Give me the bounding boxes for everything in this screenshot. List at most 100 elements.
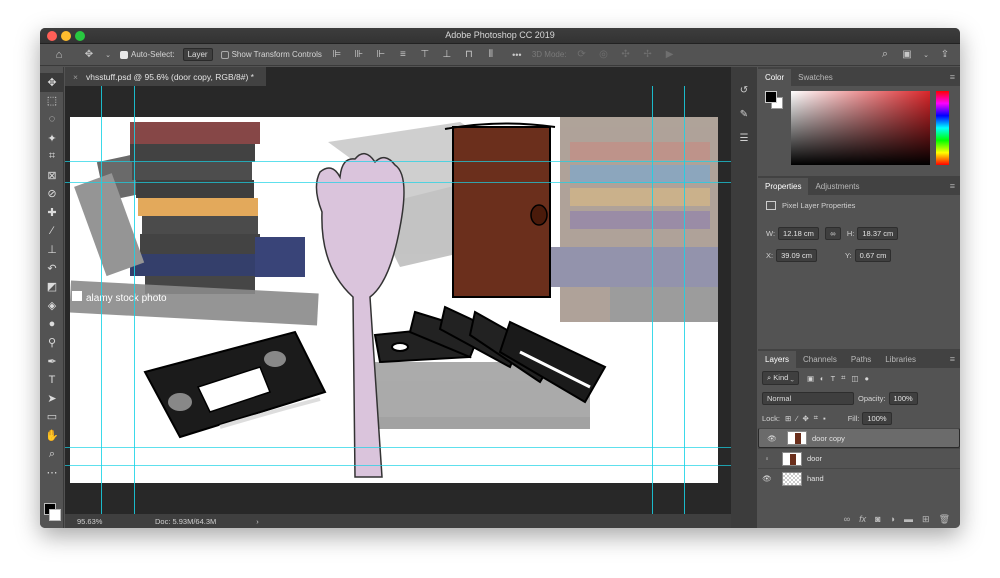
tab-adjustments[interactable]: Adjustments	[808, 178, 866, 195]
align-left-icon[interactable]: ⊫	[330, 48, 344, 62]
fill-field[interactable]: 100%	[862, 411, 892, 425]
align-top-icon[interactable]: ⊤	[418, 48, 432, 62]
eyedropper-icon[interactable]: ⊘	[40, 185, 64, 204]
panel-menu-icon[interactable]: ≡	[950, 354, 955, 364]
healing-brush-icon[interactable]: ✚	[40, 203, 64, 222]
home-icon[interactable]: ⌂	[52, 48, 66, 62]
guide-horizontal[interactable]	[65, 161, 731, 162]
align-center-icon[interactable]: ⊪	[352, 48, 366, 62]
guide-horizontal[interactable]	[65, 182, 731, 183]
transform-controls-checkbox[interactable]: Show Transform Controls	[217, 44, 326, 66]
crop-tool-icon[interactable]: ⌗	[40, 147, 64, 166]
eye-icon[interactable]: 👁	[758, 474, 776, 483]
new-layer-icon[interactable]: ⊞	[922, 514, 930, 525]
history-panel-icon[interactable]: ↺	[731, 78, 757, 102]
filter-pixel-icon[interactable]: ▣	[807, 374, 814, 383]
lock-paint-icon[interactable]: ∕	[796, 414, 797, 423]
orbit-3d-icon[interactable]: ⟳	[575, 48, 589, 62]
canvas[interactable]: alamy stock photo	[70, 117, 718, 483]
foreground-color-chip[interactable]	[765, 91, 777, 103]
layer-row-door[interactable]: ▫ door	[758, 448, 960, 468]
layer-row-door-copy[interactable]: 👁 door copy	[758, 428, 960, 448]
path-selection-icon[interactable]: ➤	[40, 389, 64, 408]
layer-style-icon[interactable]: fx	[859, 514, 866, 524]
adjustment-layer-icon[interactable]: ◑	[890, 514, 895, 524]
hue-slider[interactable]	[936, 91, 949, 165]
move-tool-icon[interactable]: ✥	[82, 48, 96, 62]
close-tab-icon[interactable]: ×	[73, 72, 78, 82]
guide-horizontal[interactable]	[65, 447, 731, 448]
kind-filter-dropdown[interactable]: ⌕ Kind ⌄	[762, 371, 799, 385]
dodge-tool-icon[interactable]: ⚲	[40, 333, 64, 352]
link-icon[interactable]: ∞	[824, 227, 841, 240]
document-tab[interactable]: × vhsstuff.psd @ 95.6% (door copy, RGB/8…	[65, 67, 266, 86]
blend-mode-dropdown[interactable]: Normal	[762, 391, 854, 405]
auto-select-dropdown[interactable]: Layer	[179, 44, 217, 66]
frame-tool-icon[interactable]: ⊠	[40, 166, 64, 185]
lock-transparent-icon[interactable]: ⊞	[785, 414, 791, 423]
tab-channels[interactable]: Channels	[796, 351, 844, 368]
lock-all-icon[interactable]: ▪	[823, 414, 826, 423]
tab-properties[interactable]: Properties	[758, 178, 809, 195]
lock-position-icon[interactable]: ✥	[803, 414, 809, 423]
tab-paths[interactable]: Paths	[844, 351, 878, 368]
guide-vertical[interactable]	[134, 86, 135, 514]
y-field[interactable]: 0.67 cm	[854, 249, 892, 262]
distribute-icon[interactable]: ≡	[396, 48, 410, 62]
x-field[interactable]: 39.09 cm	[776, 249, 817, 262]
guide-vertical[interactable]	[684, 86, 685, 514]
move-tool-icon[interactable]: ✥	[40, 73, 64, 92]
eye-icon[interactable]: 👁	[763, 434, 781, 443]
guide-vertical[interactable]	[652, 86, 653, 514]
workspace-icon[interactable]: ▣	[900, 48, 914, 62]
brush-tool-icon[interactable]: ∕	[40, 222, 64, 241]
search-icon[interactable]: ⌕	[878, 48, 892, 62]
filter-smart-object-icon[interactable]: ◫	[851, 374, 858, 383]
type-tool-icon[interactable]: T	[40, 371, 64, 390]
hand-tool-icon[interactable]: ✋	[40, 426, 64, 445]
layer-row-hand[interactable]: 👁 hand	[758, 468, 960, 488]
trash-icon[interactable]: 🗑	[939, 514, 950, 525]
pen-tool-icon[interactable]: ✒	[40, 352, 64, 371]
blur-tool-icon[interactable]: ●	[40, 315, 64, 334]
camera-3d-icon[interactable]: ▶	[663, 48, 677, 62]
filter-shape-icon[interactable]: ⌗	[841, 373, 845, 383]
share-icon[interactable]: ⇪	[938, 48, 952, 62]
paint-bucket-icon[interactable]: ◈	[40, 296, 64, 315]
align-bottom-icon[interactable]: ⊓	[462, 48, 476, 62]
add-mask-icon[interactable]: ◙	[875, 514, 880, 524]
tab-color[interactable]: Color	[758, 69, 792, 86]
lock-artboard-icon[interactable]: ⌗	[814, 413, 818, 423]
status-menu-arrow[interactable]: ›	[256, 517, 259, 526]
auto-select-checkbox[interactable]: Auto-Select:	[116, 44, 179, 66]
filter-type-icon[interactable]: T	[831, 374, 836, 383]
width-field[interactable]: 12.18 cm	[778, 227, 819, 240]
align-right-icon[interactable]: ⊩	[374, 48, 388, 62]
panel-menu-icon[interactable]: ≡	[950, 72, 955, 82]
tab-layers[interactable]: Layers	[758, 351, 797, 368]
more-options-icon[interactable]: •••	[510, 48, 524, 62]
chevron-down-icon[interactable]: ⌄	[922, 48, 930, 62]
panel-menu-icon[interactable]: ≡	[950, 181, 955, 191]
history-brush-icon[interactable]: ↶	[40, 259, 64, 278]
adjustments-sliders-icon[interactable]: ☰	[731, 126, 757, 150]
edit-toolbar-icon[interactable]: ⋯	[40, 463, 64, 482]
zoom-tool-icon[interactable]: ⌕	[40, 445, 64, 464]
stamp-tool-icon[interactable]: ⊥	[40, 240, 64, 259]
guide-horizontal[interactable]	[65, 465, 731, 466]
color-picker-field[interactable]	[791, 91, 930, 165]
slide-3d-icon[interactable]: ✢	[641, 48, 655, 62]
chevron-down-icon[interactable]: ⌄	[104, 48, 112, 62]
height-field[interactable]: 18.37 cm	[857, 227, 899, 240]
tab-libraries[interactable]: Libraries	[878, 351, 923, 368]
opacity-field[interactable]: 100%	[888, 391, 918, 405]
distribute-spacing-icon[interactable]: ⫴	[484, 48, 498, 62]
rectangle-tool-icon[interactable]: ▭	[40, 408, 64, 427]
marquee-tool-icon[interactable]: ⬚	[40, 92, 64, 111]
roll-3d-icon[interactable]: ◎	[597, 48, 611, 62]
align-middle-icon[interactable]: ⊥	[440, 48, 454, 62]
filter-adjustment-icon[interactable]: ◐	[820, 374, 825, 383]
drag-3d-icon[interactable]: ✣	[619, 48, 633, 62]
background-color-swatch[interactable]	[49, 509, 61, 521]
link-layers-icon[interactable]: ∞	[844, 514, 850, 524]
